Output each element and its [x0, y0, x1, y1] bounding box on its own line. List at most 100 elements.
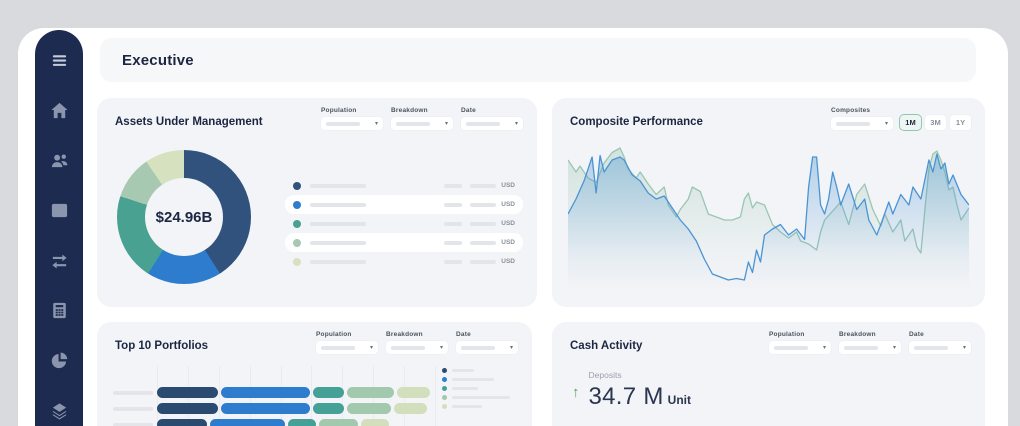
breakdown-select[interactable]: ▾: [386, 341, 448, 354]
calculator-icon[interactable]: [49, 300, 69, 320]
filter-label: Date: [456, 331, 518, 338]
users-icon[interactable]: [49, 150, 69, 170]
filter-population: Population ▾: [769, 331, 831, 354]
value-placeholder: [470, 203, 496, 207]
legend-item: [442, 393, 510, 402]
select-placeholder: [844, 346, 878, 350]
aum-legend-row[interactable]: USD: [285, 214, 523, 233]
value-placeholder: [444, 222, 462, 226]
breakdown-select[interactable]: ▾: [391, 117, 453, 130]
legend-label-placeholder: [452, 378, 494, 381]
filter-label: Population: [316, 331, 378, 338]
filter-date: Date ▾: [456, 331, 518, 354]
aum-donut-hole: $24.96B: [145, 178, 223, 256]
chevron-down-icon: ▾: [963, 345, 966, 351]
composites-filter-label: Composites: [831, 107, 893, 114]
currency-label: USD: [501, 220, 515, 227]
currency-label: USD: [501, 201, 515, 208]
select-placeholder: [466, 122, 500, 126]
bar-segment: [157, 387, 218, 398]
legend-label-placeholder: [452, 405, 482, 408]
menu-icon[interactable]: [49, 50, 69, 70]
composite-performance-card: Composite Performance Composites ▾ 1M 3M 1…: [552, 98, 985, 307]
aum-legend-row[interactable]: USD: [285, 233, 523, 252]
portfolio-bar-row[interactable]: [113, 387, 430, 398]
assets-under-management-card: Assets Under Management Population▾Break…: [97, 98, 537, 307]
chevron-down-icon: ▾: [893, 345, 896, 351]
bar-segment: [221, 403, 310, 414]
portfolios-legend: [442, 366, 510, 411]
chevron-down-icon: ▾: [375, 121, 378, 127]
date-select[interactable]: ▾: [909, 341, 971, 354]
population-select[interactable]: ▾: [316, 341, 378, 354]
aum-legend-row[interactable]: USD: [285, 195, 523, 214]
deposits-value: 34.7 M: [589, 383, 664, 411]
breakdown-select[interactable]: ▾: [839, 341, 901, 354]
pie-chart-icon[interactable]: [49, 350, 69, 370]
select-placeholder: [774, 346, 808, 350]
population-select[interactable]: ▾: [769, 341, 831, 354]
arrow-up-icon: ↑: [572, 384, 580, 401]
select-placeholder: [321, 346, 355, 350]
date-select[interactable]: ▾: [461, 117, 523, 130]
range-button-3m[interactable]: 3M: [925, 115, 946, 130]
portfolio-bar-row[interactable]: [113, 403, 427, 414]
chevron-down-icon: ▾: [440, 345, 443, 351]
range-button-1y[interactable]: 1Y: [950, 115, 971, 130]
series-name-placeholder: [310, 184, 366, 188]
bar-segment: [313, 403, 344, 414]
portfolios-filters: Population▾Breakdown▾Date▾: [316, 331, 518, 354]
transfers-icon[interactable]: [49, 250, 69, 270]
value-placeholder: [444, 203, 462, 207]
select-placeholder: [461, 346, 495, 350]
page-header: Executive: [100, 38, 976, 82]
population-select[interactable]: ▾: [321, 117, 383, 130]
composites-select[interactable]: ▾: [831, 117, 893, 130]
value-placeholder: [444, 241, 462, 245]
series-name-placeholder: [310, 203, 366, 207]
bar-segment: [397, 387, 430, 398]
filter-label: Population: [769, 331, 831, 338]
bar-segment: [394, 403, 427, 414]
composite-line-chart[interactable]: [568, 142, 969, 297]
legend-label-placeholder: [452, 387, 478, 390]
layers-icon[interactable]: [49, 400, 69, 420]
bar-segment: [157, 419, 207, 426]
chevron-down-icon: ▾: [445, 121, 448, 127]
legend-dot: [442, 368, 447, 373]
top-10-portfolios-card: Top 10 Portfolios Population▾Breakdown▾D…: [97, 322, 532, 426]
aum-filters: Population▾Breakdown▾Date▾: [321, 107, 523, 130]
select-placeholder: [836, 122, 870, 126]
value-placeholder: [444, 184, 462, 188]
portfolios-card-title: Top 10 Portfolios: [115, 340, 208, 352]
legend-item: [442, 375, 510, 384]
currency-label: USD: [501, 258, 515, 265]
chevron-down-icon: ▾: [370, 345, 373, 351]
range-button-1m[interactable]: 1M: [900, 115, 921, 130]
series-name-placeholder: [310, 260, 366, 264]
portfolio-bar-row[interactable]: [113, 419, 389, 426]
date-select[interactable]: ▾: [456, 341, 518, 354]
filter-date: Date▾: [461, 107, 523, 130]
row-label-placeholder: [113, 407, 153, 411]
portfolios-bar-chart[interactable]: [97, 366, 532, 426]
aum-legend-row[interactable]: USD: [285, 252, 523, 271]
aum-legend-row[interactable]: USD: [285, 176, 523, 195]
legend-dot: [442, 377, 447, 382]
composite-card-title: Composite Performance: [570, 116, 703, 128]
page-title: Executive: [122, 52, 194, 69]
select-placeholder: [914, 346, 948, 350]
aum-donut-chart[interactable]: $24.96B: [117, 150, 251, 284]
legend-item: [442, 366, 510, 375]
chart-frame-icon[interactable]: [49, 200, 69, 220]
aum-card-title: Assets Under Management: [115, 116, 263, 128]
filter-population: Population▾: [321, 107, 383, 130]
aum-total-value: $24.96B: [156, 209, 213, 226]
home-icon[interactable]: [49, 100, 69, 120]
value-placeholder: [470, 222, 496, 226]
bar-segment: [313, 387, 344, 398]
legend-dot: [442, 404, 447, 409]
aum-legend-list: USD USD USD USD USD: [285, 176, 523, 271]
bar-segment: [288, 419, 316, 426]
legend-item: [442, 402, 510, 411]
